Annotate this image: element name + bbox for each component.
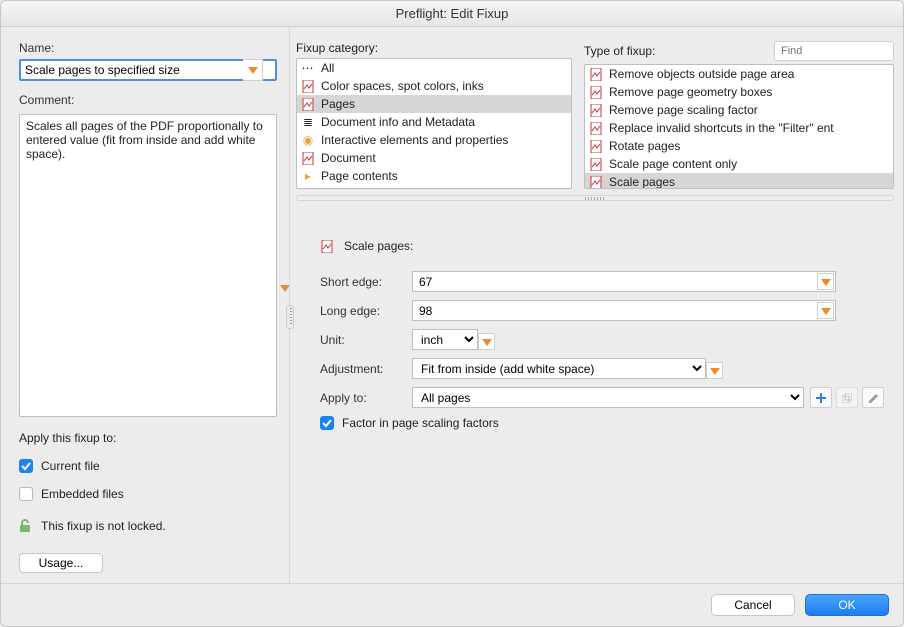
type-text: Scale pages [609, 175, 675, 189]
pdf-icon [320, 239, 334, 253]
edit-button[interactable] [862, 387, 884, 408]
type-item[interactable]: Rotate pages [585, 137, 893, 155]
type-label: Type of fixup: [584, 44, 655, 58]
factor-label: Factor in page scaling factors [342, 416, 499, 430]
section-title: Scale pages: [344, 239, 413, 253]
unit-select[interactable]: inch [412, 329, 478, 350]
short-edge-dropdown[interactable] [817, 273, 834, 290]
category-text: All [321, 61, 334, 75]
name-dropdown-button[interactable] [243, 59, 263, 81]
apply-fixup-label: Apply this fixup to: [19, 431, 277, 445]
pdf-icon [589, 157, 603, 171]
unit-label: Unit: [320, 333, 412, 347]
adjustment-select[interactable]: Fit from inside (add white space) [412, 358, 706, 379]
long-edge-dropdown[interactable] [817, 302, 834, 319]
category-item[interactable]: ◉ Interactive elements and properties [297, 131, 571, 149]
category-text: Pages [321, 97, 355, 111]
category-icon: ◉ [301, 133, 315, 147]
category-icon [301, 97, 315, 111]
preflight-edit-fixup-window: Preflight: Edit Fixup Name: Comment: Sca… [0, 0, 904, 627]
category-icon: ≣ [301, 115, 315, 129]
pdf-icon [589, 85, 603, 99]
long-edge-input[interactable] [412, 300, 836, 321]
comment-label: Comment: [19, 93, 277, 107]
current-file-label: Current file [41, 459, 100, 473]
add-button[interactable] [810, 387, 832, 408]
pdf-icon [589, 175, 603, 189]
short-edge-input[interactable] [412, 271, 836, 292]
left-column: Name: Comment: Scales all pages of the P… [1, 27, 289, 583]
pdf-icon [589, 139, 603, 153]
category-text: Page contents [321, 169, 398, 183]
category-icon: ▸ [301, 169, 315, 183]
category-text: Color spaces, spot colors, inks [321, 79, 484, 93]
name-input[interactable] [19, 59, 277, 81]
plus-icon [816, 393, 826, 403]
type-text: Replace invalid shortcuts in the "Filter… [609, 121, 834, 135]
embedded-files-label: Embedded files [41, 487, 124, 501]
category-item[interactable]: Document [297, 149, 571, 167]
long-edge-label: Long edge: [320, 304, 412, 318]
duplicate-button [836, 387, 858, 408]
name-label: Name: [19, 41, 277, 55]
category-item[interactable]: ▸ Page contents [297, 167, 571, 185]
short-edge-label: Short edge: [320, 275, 412, 289]
category-icon: ⋯ [301, 61, 315, 75]
usage-button[interactable]: Usage... [19, 553, 103, 573]
pdf-icon [589, 103, 603, 117]
unit-dropdown[interactable] [478, 333, 495, 350]
type-listbox[interactable]: Remove objects outside page area Remove p… [584, 64, 894, 189]
type-text: Rotate pages [609, 139, 680, 153]
horizontal-splitter[interactable] [296, 195, 894, 207]
window-title: Preflight: Edit Fixup [1, 1, 903, 27]
type-text: Remove page scaling factor [609, 103, 758, 117]
category-icon [301, 151, 315, 165]
find-input[interactable] [774, 41, 894, 61]
category-item[interactable]: Pages [297, 95, 571, 113]
category-text: Document info and Metadata [321, 115, 475, 129]
chevron-down-icon [248, 65, 258, 75]
category-text: Interactive elements and properties [321, 133, 508, 147]
current-file-checkbox[interactable] [19, 459, 33, 473]
adjustment-dropdown[interactable] [706, 362, 723, 379]
fixup-form: Scale pages: Short edge: Long edge: [296, 213, 894, 438]
cancel-button[interactable]: Cancel [711, 594, 795, 616]
category-item[interactable]: ≣ Document info and Metadata [297, 113, 571, 131]
type-item[interactable]: Scale pages [585, 173, 893, 189]
apply-to-label: Apply to: [320, 391, 412, 405]
category-icon [301, 79, 315, 93]
type-item[interactable]: Scale page content only [585, 155, 893, 173]
type-text: Scale page content only [609, 157, 737, 171]
pencil-icon [868, 393, 878, 403]
ok-button[interactable]: OK [805, 594, 889, 616]
category-item[interactable]: Color spaces, spot colors, inks [297, 77, 571, 95]
column-splitter[interactable] [286, 305, 294, 329]
right-column: Fixup category: ⋯ All Color spaces, spot c… [289, 27, 903, 583]
factor-checkbox[interactable] [320, 416, 334, 430]
category-listbox[interactable]: ⋯ All Color spaces, spot colors, inks Pages… [296, 58, 572, 189]
adjustment-label: Adjustment: [320, 362, 412, 376]
comment-textarea[interactable]: Scales all pages of the PDF proportional… [19, 114, 277, 417]
lock-icon [19, 519, 33, 533]
category-label: Fixup category: [296, 41, 378, 55]
type-item[interactable]: Replace invalid shortcuts in the "Filter… [585, 119, 893, 137]
apply-to-select[interactable]: All pages [412, 387, 804, 408]
type-item[interactable]: Remove page scaling factor [585, 101, 893, 119]
type-text: Remove objects outside page area [609, 67, 794, 81]
type-item[interactable]: Remove objects outside page area [585, 65, 893, 83]
comment-text: Scales all pages of the PDF proportional… [26, 119, 263, 161]
pdf-icon [589, 121, 603, 135]
embedded-files-checkbox[interactable] [19, 487, 33, 501]
category-item[interactable]: ⋯ All [297, 59, 571, 77]
dialog-footer: Cancel OK [1, 583, 903, 626]
type-text: Remove page geometry boxes [609, 85, 772, 99]
type-item[interactable]: Remove page geometry boxes [585, 83, 893, 101]
duplicate-icon [842, 393, 852, 403]
pdf-icon [589, 67, 603, 81]
category-text: Document [321, 151, 376, 165]
lock-status-text: This fixup is not locked. [41, 519, 166, 533]
